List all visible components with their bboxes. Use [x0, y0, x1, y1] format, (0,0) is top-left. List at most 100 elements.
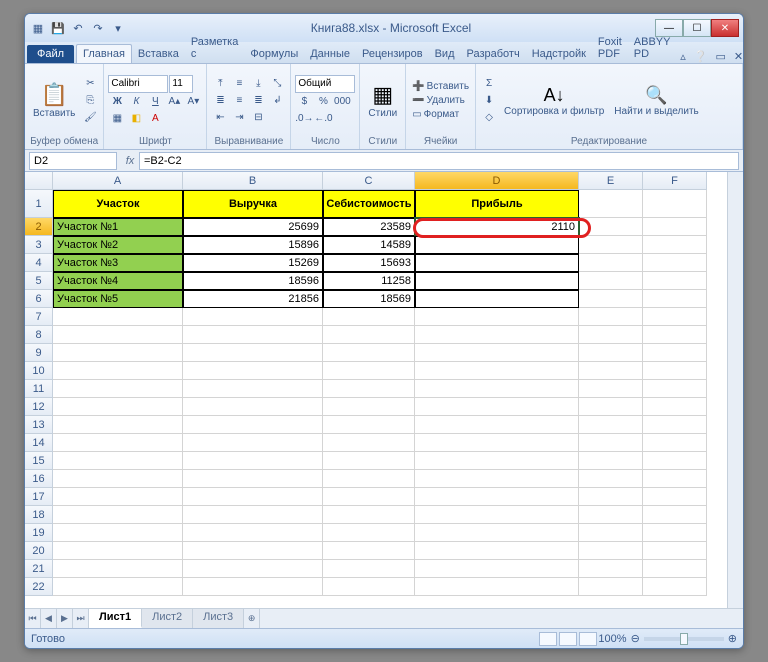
cell-empty[interactable]	[53, 578, 183, 596]
cell-empty[interactable]	[183, 380, 323, 398]
cell-empty[interactable]	[53, 308, 183, 326]
cell-c3[interactable]: 14589	[323, 236, 415, 254]
cell-e5[interactable]	[579, 272, 643, 290]
cell-empty[interactable]	[643, 344, 707, 362]
row-header-16[interactable]: 16	[25, 470, 53, 488]
view-normal-button[interactable]	[539, 632, 557, 646]
cell-empty[interactable]	[323, 524, 415, 542]
cell-d1[interactable]: Прибыль	[415, 190, 579, 218]
cell-empty[interactable]	[415, 398, 579, 416]
workbook-close-icon[interactable]: ✕	[730, 50, 744, 63]
copy-icon[interactable]: ⎘	[81, 93, 99, 109]
cell-empty[interactable]	[415, 488, 579, 506]
cell-a1[interactable]: Участок	[53, 190, 183, 218]
cell-empty[interactable]	[323, 470, 415, 488]
styles-button[interactable]: ▦ Стили	[364, 80, 401, 121]
cell-d6[interactable]	[415, 290, 579, 308]
align-right-icon[interactable]: ≣	[249, 93, 267, 109]
zoom-level[interactable]: 100%	[598, 633, 626, 645]
cell-empty[interactable]	[53, 362, 183, 380]
cell-empty[interactable]	[579, 362, 643, 380]
cell-a4[interactable]: Участок №3	[53, 254, 183, 272]
font-name-select[interactable]: Calibri	[108, 75, 168, 93]
borders-button[interactable]: ▦	[108, 111, 126, 127]
row-header-19[interactable]: 19	[25, 524, 53, 542]
row-header-11[interactable]: 11	[25, 380, 53, 398]
cell-empty[interactable]	[579, 470, 643, 488]
cell-empty[interactable]	[183, 362, 323, 380]
cell-b2[interactable]: 25699	[183, 218, 323, 236]
cell-f4[interactable]	[643, 254, 707, 272]
cell-a2[interactable]: Участок №1	[53, 218, 183, 236]
col-header-d[interactable]: D	[415, 172, 579, 190]
merge-icon[interactable]: ⊟	[249, 110, 267, 126]
cell-empty[interactable]	[579, 416, 643, 434]
shrink-font-icon[interactable]: A▾	[184, 94, 202, 110]
row-header-5[interactable]: 5	[25, 272, 53, 290]
cell-c5[interactable]: 11258	[323, 272, 415, 290]
col-header-b[interactable]: B	[183, 172, 323, 190]
sheet-tab-2[interactable]: Лист2	[142, 609, 193, 628]
cell-empty[interactable]	[323, 308, 415, 326]
cell-b6[interactable]: 21856	[183, 290, 323, 308]
spreadsheet-grid[interactable]: A B C D E F 1 Участок Выручка Себистоимо…	[25, 172, 743, 596]
number-format-select[interactable]: Общий	[295, 75, 355, 93]
row-header-7[interactable]: 7	[25, 308, 53, 326]
cell-empty[interactable]	[643, 488, 707, 506]
fill-icon[interactable]: ⬇	[480, 93, 498, 109]
cell-empty[interactable]	[323, 488, 415, 506]
align-middle-icon[interactable]: ≡	[230, 76, 248, 92]
cell-empty[interactable]	[415, 416, 579, 434]
cell-empty[interactable]	[415, 524, 579, 542]
help-icon[interactable]: ❔	[690, 50, 712, 63]
cell-e2[interactable]	[579, 218, 643, 236]
tab-layout[interactable]: Разметка с	[185, 33, 245, 63]
row-header-9[interactable]: 9	[25, 344, 53, 362]
cell-empty[interactable]	[579, 344, 643, 362]
cell-f1[interactable]	[643, 190, 707, 218]
cell-empty[interactable]	[579, 308, 643, 326]
cell-empty[interactable]	[323, 362, 415, 380]
tab-formulas[interactable]: Формулы	[244, 45, 304, 63]
cell-empty[interactable]	[183, 488, 323, 506]
decrease-indent-icon[interactable]: ⇤	[211, 110, 229, 126]
cell-empty[interactable]	[415, 542, 579, 560]
cell-empty[interactable]	[323, 380, 415, 398]
cut-icon[interactable]: ✂	[81, 76, 99, 92]
cell-f5[interactable]	[643, 272, 707, 290]
cell-empty[interactable]	[183, 344, 323, 362]
cell-e1[interactable]	[579, 190, 643, 218]
cell-a3[interactable]: Участок №2	[53, 236, 183, 254]
file-tab[interactable]: Файл	[27, 45, 74, 63]
new-sheet-button[interactable]: ⊕	[244, 609, 260, 628]
comma-icon[interactable]: 000	[333, 94, 351, 110]
align-center-icon[interactable]: ≡	[230, 93, 248, 109]
cell-e3[interactable]	[579, 236, 643, 254]
cell-f6[interactable]	[643, 290, 707, 308]
row-header-20[interactable]: 20	[25, 542, 53, 560]
align-top-icon[interactable]: ⤒	[211, 76, 229, 92]
underline-button[interactable]: Ч	[146, 94, 164, 110]
cell-empty[interactable]	[643, 308, 707, 326]
cell-empty[interactable]	[579, 434, 643, 452]
cell-b3[interactable]: 15896	[183, 236, 323, 254]
cell-empty[interactable]	[183, 578, 323, 596]
sheet-nav-last[interactable]: ⏭	[73, 609, 89, 628]
cell-empty[interactable]	[53, 470, 183, 488]
sheet-nav-first[interactable]: ⏮	[25, 609, 41, 628]
cell-empty[interactable]	[579, 452, 643, 470]
cell-empty[interactable]	[643, 560, 707, 578]
tab-view[interactable]: Вид	[429, 45, 461, 63]
tab-insert[interactable]: Вставка	[132, 45, 185, 63]
row-header-22[interactable]: 22	[25, 578, 53, 596]
cell-empty[interactable]	[53, 542, 183, 560]
tab-addins[interactable]: Надстройк	[526, 45, 592, 63]
close-button[interactable]: ✕	[711, 19, 739, 37]
view-layout-button[interactable]	[559, 632, 577, 646]
percent-icon[interactable]: %	[314, 94, 332, 110]
format-painter-icon[interactable]: 🖌	[81, 110, 99, 126]
view-pagebreak-button[interactable]	[579, 632, 597, 646]
tab-foxit[interactable]: Foxit PDF	[592, 33, 628, 63]
decrease-decimal-icon[interactable]: ←.0	[314, 111, 332, 127]
cell-empty[interactable]	[183, 398, 323, 416]
